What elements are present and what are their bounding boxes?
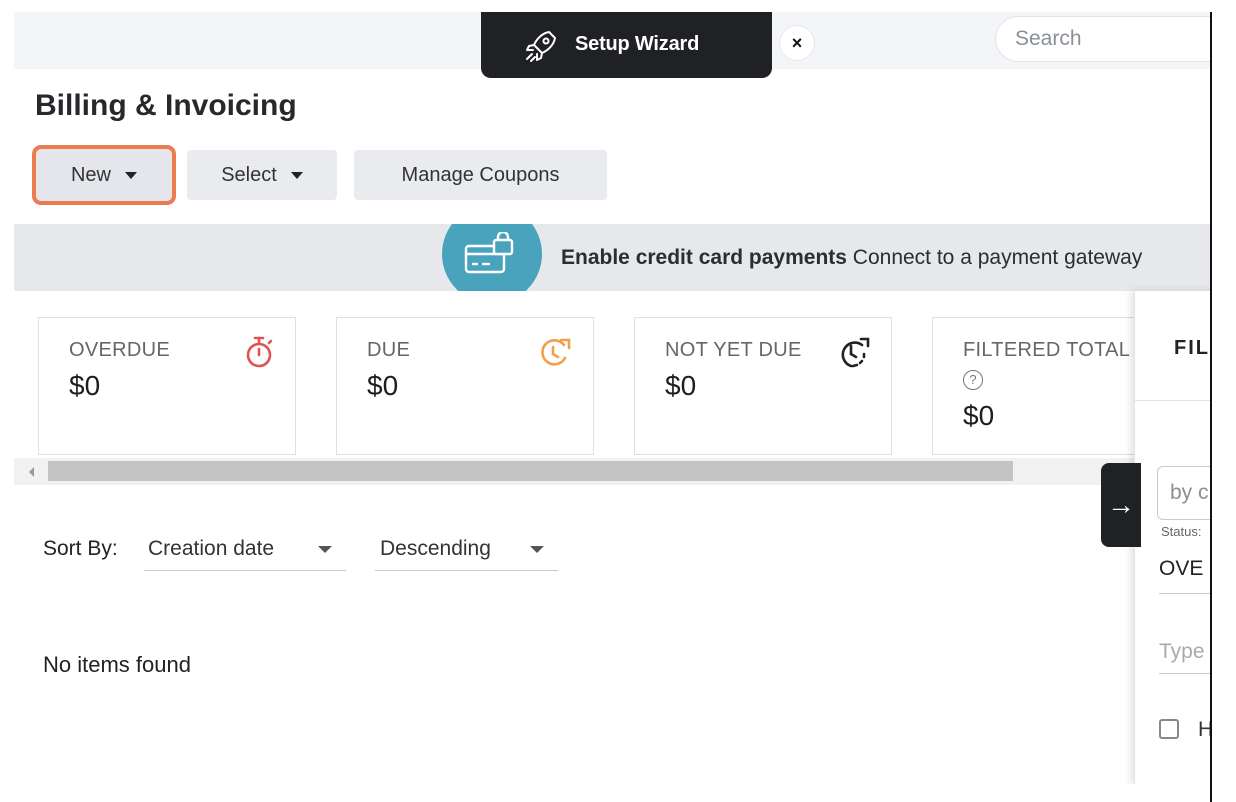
page-title: Billing & Invoicing bbox=[35, 89, 297, 122]
payment-banner-text: Enable credit card payments Connect to a… bbox=[561, 246, 1142, 270]
filter-checkbox-label: H bbox=[1198, 718, 1210, 741]
sort-by-label: Sort By: bbox=[43, 537, 118, 560]
type-dropdown[interactable]: Type bbox=[1159, 631, 1210, 674]
filter-checkbox[interactable] bbox=[1159, 719, 1179, 739]
arrow-right-icon: → bbox=[1107, 489, 1135, 520]
card-label: FILTERED TOTAL bbox=[963, 339, 1131, 361]
caret-down-icon bbox=[290, 171, 303, 179]
panel-toggle-button[interactable]: → bbox=[1101, 463, 1141, 547]
card-value: $0 bbox=[367, 370, 399, 401]
search-placeholder: Search bbox=[1015, 27, 1082, 50]
status-dropdown[interactable]: OVE bbox=[1159, 547, 1210, 594]
card-value: $0 bbox=[69, 370, 101, 401]
sort-field-value: Creation date bbox=[148, 537, 275, 560]
sort-order-dropdown[interactable]: Descending bbox=[375, 527, 558, 571]
rocket-icon bbox=[521, 26, 561, 71]
overdue-card[interactable]: OVERDUE $0 bbox=[38, 317, 296, 455]
card-value: $0 bbox=[665, 370, 697, 401]
close-icon: × bbox=[791, 32, 803, 53]
select-button-label: Select bbox=[221, 163, 277, 186]
caret-down-icon bbox=[530, 546, 544, 553]
scrollbar-thumb[interactable] bbox=[48, 461, 1013, 481]
setup-wizard-button[interactable]: Setup Wizard bbox=[481, 12, 772, 78]
type-placeholder: Type bbox=[1159, 640, 1205, 663]
scroll-left-icon[interactable] bbox=[29, 467, 34, 477]
filter-search-input[interactable]: by c bbox=[1157, 466, 1210, 520]
new-button[interactable]: New bbox=[32, 145, 176, 205]
card-value: $0 bbox=[963, 400, 995, 431]
window-edge bbox=[1210, 12, 1212, 802]
setup-wizard-label: Setup Wizard bbox=[575, 33, 700, 55]
sort-order-value: Descending bbox=[380, 537, 491, 560]
caret-down-icon bbox=[318, 546, 332, 553]
select-button[interactable]: Select bbox=[187, 150, 337, 200]
stopwatch-icon bbox=[243, 334, 275, 375]
new-button-label: New bbox=[70, 163, 111, 186]
status-label: Status: bbox=[1161, 524, 1202, 539]
card-label: OVERDUE bbox=[69, 339, 171, 361]
clock-alert-icon bbox=[537, 334, 575, 375]
due-card[interactable]: DUE $0 bbox=[336, 317, 594, 455]
not-yet-due-card[interactable]: NOT YET DUE $0 bbox=[634, 317, 892, 455]
sort-field-dropdown[interactable]: Creation date bbox=[144, 527, 346, 571]
status-value: OVE bbox=[1159, 557, 1204, 580]
filter-search-placeholder: by c bbox=[1170, 481, 1209, 504]
help-circle-icon[interactable]: ? bbox=[963, 370, 983, 390]
card-label: DUE bbox=[367, 339, 411, 361]
filter-panel: FIL by c Status: OVE Type H bbox=[1134, 291, 1210, 784]
card-label: NOT YET DUE bbox=[665, 339, 802, 361]
divider bbox=[1135, 400, 1210, 401]
billing-app: Setup Wizard × Search Billing & Invoicin… bbox=[14, 12, 1210, 784]
caret-down-icon bbox=[125, 171, 137, 179]
close-wizard-button[interactable]: × bbox=[780, 26, 814, 60]
clock-refresh-icon bbox=[835, 334, 873, 375]
horizontal-scrollbar[interactable] bbox=[14, 458, 1144, 485]
empty-state-text: No items found bbox=[43, 652, 191, 677]
payment-banner-subtitle: Connect to a payment gateway bbox=[852, 246, 1143, 269]
manage-coupons-label: Manage Coupons bbox=[401, 163, 560, 186]
payment-banner-title: Enable credit card payments bbox=[561, 246, 847, 269]
payment-banner[interactable]: Enable credit card payments Connect to a… bbox=[14, 224, 1210, 291]
credit-card-lock-icon bbox=[442, 224, 542, 291]
filter-panel-title: FIL bbox=[1174, 337, 1210, 359]
manage-coupons-button[interactable]: Manage Coupons bbox=[354, 150, 607, 200]
search-input[interactable]: Search bbox=[995, 16, 1210, 62]
